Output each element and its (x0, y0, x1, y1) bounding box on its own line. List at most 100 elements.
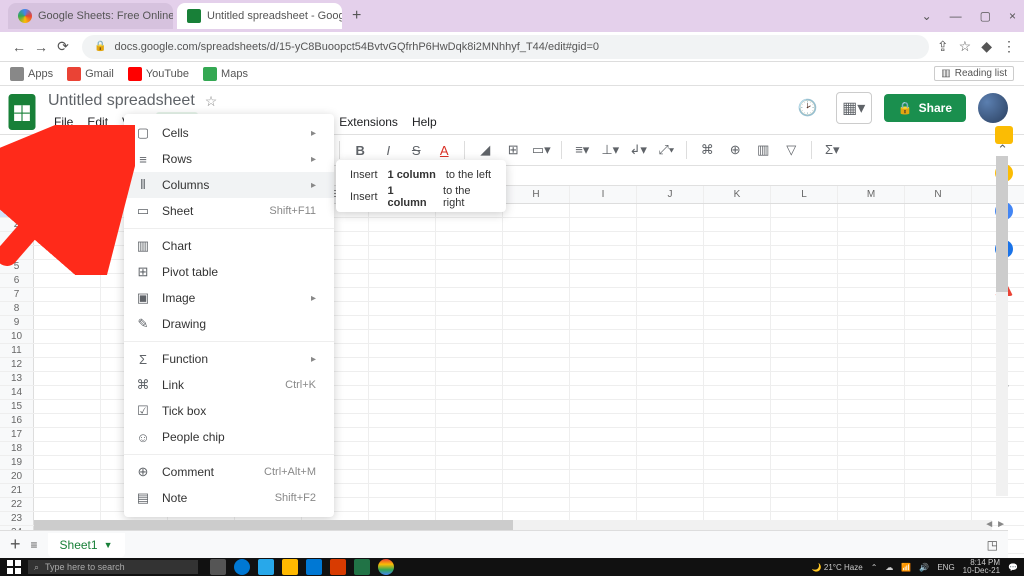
cell[interactable] (369, 232, 436, 245)
cell[interactable] (838, 428, 905, 441)
cell[interactable] (771, 456, 838, 469)
cell[interactable] (771, 400, 838, 413)
browser-tab-active[interactable]: Untitled spreadsheet - Google Sh × (177, 3, 342, 29)
cell[interactable] (570, 414, 637, 427)
cell[interactable] (369, 470, 436, 483)
column-header[interactable]: L (771, 186, 838, 203)
cell[interactable] (570, 400, 637, 413)
menu-item-link[interactable]: ⌘LinkCtrl+K (124, 372, 334, 398)
cell[interactable] (704, 218, 771, 231)
gmail-bookmark[interactable]: Gmail (67, 67, 114, 81)
star-icon[interactable]: ☆ (959, 38, 972, 55)
wifi-icon[interactable]: 📶 (901, 563, 911, 572)
cell[interactable] (369, 302, 436, 315)
extension-icon[interactable]: ◆ (981, 38, 992, 55)
cell[interactable] (637, 316, 704, 329)
paint-format-button[interactable]: ⚆ (92, 138, 116, 162)
menu-item-people-chip[interactable]: ☺People chip (124, 424, 334, 450)
cortana-icon[interactable] (234, 559, 250, 575)
cell[interactable] (905, 414, 972, 427)
cell[interactable] (704, 302, 771, 315)
cell[interactable] (570, 484, 637, 497)
url-input[interactable]: 🔒 docs.google.com/spreadsheets/d/15-yC8B… (82, 35, 929, 59)
cell[interactable] (704, 330, 771, 343)
cell[interactable] (34, 288, 101, 301)
cell[interactable] (503, 386, 570, 399)
scroll-left-icon[interactable]: ◄ (984, 519, 994, 530)
cell[interactable] (704, 484, 771, 497)
cell[interactable] (905, 372, 972, 385)
menu-item-comment[interactable]: ⊕CommentCtrl+Alt+M (124, 459, 334, 485)
cell[interactable] (771, 470, 838, 483)
cell[interactable] (436, 498, 503, 511)
cell[interactable] (570, 386, 637, 399)
cell[interactable] (704, 428, 771, 441)
menu-item-chart[interactable]: ▥Chart (124, 233, 334, 259)
cell[interactable] (570, 344, 637, 357)
cell[interactable] (503, 428, 570, 441)
cell[interactable] (905, 428, 972, 441)
italic-button[interactable]: I (376, 138, 400, 162)
new-tab-button[interactable]: + (352, 7, 361, 25)
cell[interactable] (436, 260, 503, 273)
menu-item-tick-box[interactable]: ☑Tick box (124, 398, 334, 424)
row-header[interactable]: 6 (0, 274, 34, 287)
cell[interactable] (905, 470, 972, 483)
cell[interactable] (771, 330, 838, 343)
cell[interactable] (503, 344, 570, 357)
menu-item-pivot-table[interactable]: ⊞Pivot table (124, 259, 334, 285)
cell[interactable] (838, 456, 905, 469)
cell[interactable] (704, 232, 771, 245)
edge-icon[interactable] (258, 559, 274, 575)
menu-edit[interactable]: Edit (81, 112, 114, 132)
cell[interactable] (637, 456, 704, 469)
merge-button[interactable]: ▭▾ (529, 138, 553, 162)
cell[interactable] (570, 428, 637, 441)
chrome-icon[interactable] (378, 559, 394, 575)
menu-item-sheet[interactable]: ▭SheetShift+F11 (124, 198, 334, 224)
menu-item-image[interactable]: ▣Image▸ (124, 285, 334, 311)
cell[interactable] (905, 386, 972, 399)
maximize-icon[interactable]: ▢ (980, 9, 991, 23)
column-header[interactable]: K (704, 186, 771, 203)
row-header[interactable]: 22 (0, 498, 34, 511)
cell[interactable] (771, 358, 838, 371)
cell[interactable] (503, 484, 570, 497)
link-button[interactable]: ⌘ (695, 138, 719, 162)
cell[interactable] (771, 414, 838, 427)
cell[interactable] (436, 484, 503, 497)
cell[interactable] (369, 316, 436, 329)
chart-button[interactable]: ▥ (751, 138, 775, 162)
cell[interactable] (838, 400, 905, 413)
cell[interactable] (771, 288, 838, 301)
cell[interactable] (637, 498, 704, 511)
cell[interactable] (369, 246, 436, 259)
cell[interactable] (637, 428, 704, 441)
row-header[interactable]: 20 (0, 470, 34, 483)
cell[interactable] (570, 288, 637, 301)
back-button[interactable]: ← (8, 39, 30, 55)
cell[interactable] (905, 246, 972, 259)
undo-button[interactable]: ↶ (8, 138, 32, 162)
cell[interactable] (771, 498, 838, 511)
cell[interactable] (570, 330, 637, 343)
cell[interactable] (637, 484, 704, 497)
present-icon[interactable]: ▦▾ (836, 92, 872, 124)
cell[interactable] (369, 358, 436, 371)
notification-icon[interactable]: 💬 (1008, 563, 1018, 572)
cell[interactable] (369, 372, 436, 385)
history-icon[interactable]: 🕑 (792, 92, 824, 124)
cell[interactable] (905, 232, 972, 245)
cell[interactable] (570, 260, 637, 273)
cell[interactable] (436, 428, 503, 441)
cell[interactable] (771, 246, 838, 259)
cell[interactable] (503, 232, 570, 245)
cell[interactable] (570, 218, 637, 231)
cell[interactable] (771, 316, 838, 329)
cell[interactable] (34, 470, 101, 483)
comment-button[interactable]: ⊕ (723, 138, 747, 162)
cell[interactable] (369, 400, 436, 413)
cell[interactable] (503, 302, 570, 315)
cell[interactable] (436, 414, 503, 427)
rotate-button[interactable]: ⤢▾ (654, 138, 678, 162)
